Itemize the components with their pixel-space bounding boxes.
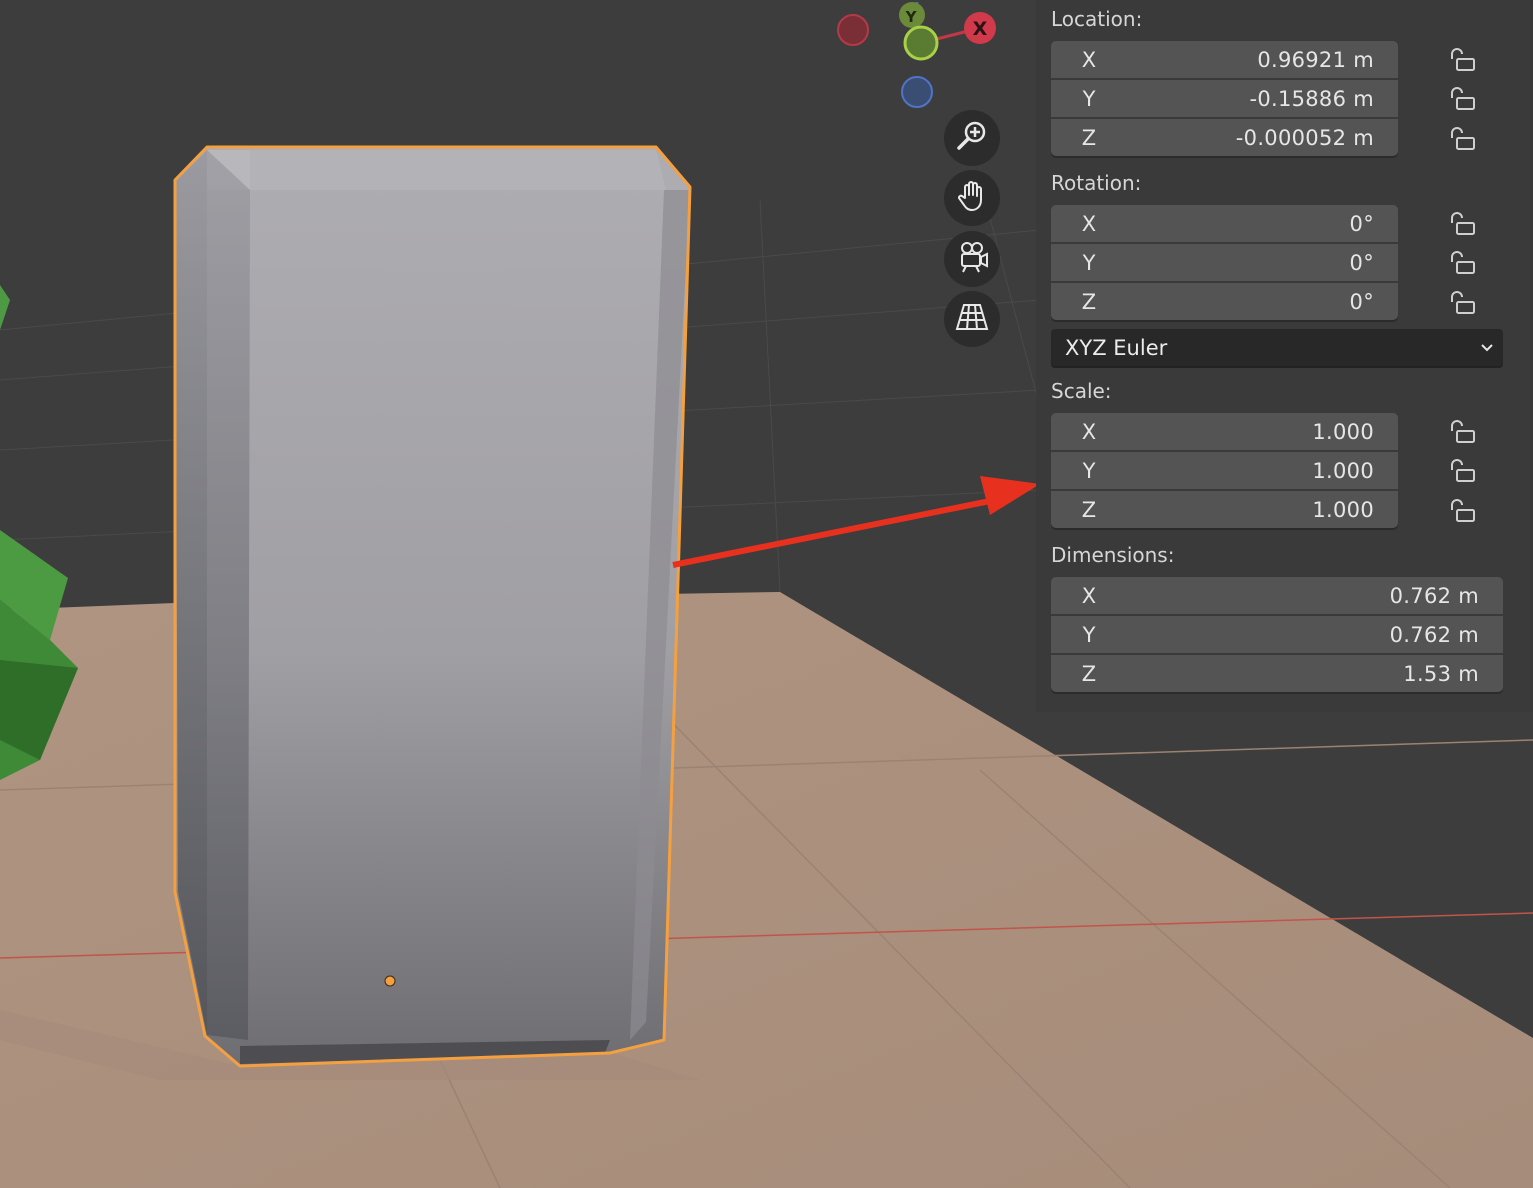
lock-scale-y-icon[interactable]: [1446, 459, 1476, 483]
rotation-y-field[interactable]: Y 0°: [1051, 244, 1398, 281]
rotation-x-field[interactable]: X 0°: [1051, 205, 1398, 242]
dimensions-z-field[interactable]: Z 1.53 m: [1051, 655, 1503, 692]
lock-location-x-icon[interactable]: [1446, 48, 1476, 72]
dimensions-label: Dimensions:: [1051, 543, 1175, 567]
axis-label: Y: [1082, 250, 1096, 275]
axis-label: Y: [1082, 622, 1096, 647]
zoom-icon: [954, 118, 990, 158]
scale-z-field[interactable]: Z 1.000: [1051, 491, 1398, 528]
location-x-field[interactable]: X 0.96921 m: [1051, 41, 1398, 78]
lock-location-z-icon[interactable]: [1446, 127, 1476, 151]
object-origin-dot: [384, 975, 396, 987]
rotation-label: Rotation:: [1051, 171, 1142, 195]
field-value: 0.762 m: [1389, 583, 1479, 608]
location-label: Location:: [1051, 7, 1143, 31]
lock-scale-x-icon[interactable]: [1446, 420, 1476, 444]
axis-label: X: [1081, 211, 1097, 236]
field-value: 0°: [1349, 289, 1374, 314]
field-value: 0.762 m: [1389, 622, 1479, 647]
field-value: 1.000: [1312, 458, 1374, 483]
field-value: 1.000: [1312, 497, 1374, 522]
chevron-down-icon: [1477, 337, 1497, 357]
axis-label: Z: [1081, 497, 1097, 522]
axis-gizmo: X Y: [837, 2, 996, 108]
field-value: 0.96921 m: [1257, 47, 1374, 72]
perspective-grid-icon: [954, 299, 990, 339]
field-value: 0°: [1349, 211, 1374, 236]
gizmo-neg-x-circle: [837, 14, 869, 46]
dimensions-y-field[interactable]: Y 0.762 m: [1051, 616, 1503, 653]
rotation-mode-dropdown[interactable]: XYZ Euler: [1051, 329, 1503, 366]
gizmo-z-circle: [901, 76, 933, 108]
axis-label: Y: [1082, 458, 1096, 483]
perspective-toggle-button[interactable]: [944, 291, 1000, 347]
scale-label: Scale:: [1051, 379, 1112, 403]
field-value: 1.53 m: [1403, 661, 1479, 686]
axis-label: Z: [1081, 125, 1097, 150]
pan-hand-icon: [954, 178, 990, 218]
location-y-field[interactable]: Y -0.15886 m: [1051, 80, 1398, 117]
field-value: 1.000: [1312, 419, 1374, 444]
lock-rotation-z-icon[interactable]: [1446, 291, 1476, 315]
lock-location-y-icon[interactable]: [1446, 87, 1476, 111]
gizmo-y-label: Y: [905, 8, 918, 26]
axis-label: X: [1081, 47, 1097, 72]
camera-view-button[interactable]: [944, 231, 1000, 287]
axis-label: Y: [1082, 86, 1096, 111]
camera-view-icon: [954, 239, 990, 279]
zoom-button[interactable]: [944, 110, 1000, 166]
field-value: -0.15886 m: [1249, 86, 1374, 111]
dimensions-x-field[interactable]: X 0.762 m: [1051, 577, 1503, 614]
scale-y-field[interactable]: Y 1.000: [1051, 452, 1398, 489]
lock-scale-z-icon[interactable]: [1446, 499, 1476, 523]
rotation-mode-value: XYZ Euler: [1065, 335, 1168, 360]
lock-rotation-x-icon[interactable]: [1446, 212, 1476, 236]
axis-label: Z: [1081, 289, 1097, 314]
axis-label: X: [1081, 583, 1097, 608]
axis-label: Z: [1081, 661, 1097, 686]
lock-rotation-y-icon[interactable]: [1446, 251, 1476, 275]
field-value: 0°: [1349, 250, 1374, 275]
3d-viewport[interactable]: X Y Location: X 0.96921 m Y -0.15886 m Z -0…: [0, 0, 1533, 1188]
gizmo-center-circle: [903, 25, 939, 61]
gizmo-x-label: X: [973, 18, 988, 40]
field-value: -0.000052 m: [1235, 125, 1374, 150]
annotation-arrow: [672, 476, 1040, 568]
rotation-z-field[interactable]: Z 0°: [1051, 283, 1398, 320]
axis-label: X: [1081, 419, 1097, 444]
scale-x-field[interactable]: X 1.000: [1051, 413, 1398, 450]
selected-box-object: [173, 145, 692, 1068]
location-z-field[interactable]: Z -0.000052 m: [1051, 119, 1398, 156]
pan-button[interactable]: [944, 170, 1000, 226]
